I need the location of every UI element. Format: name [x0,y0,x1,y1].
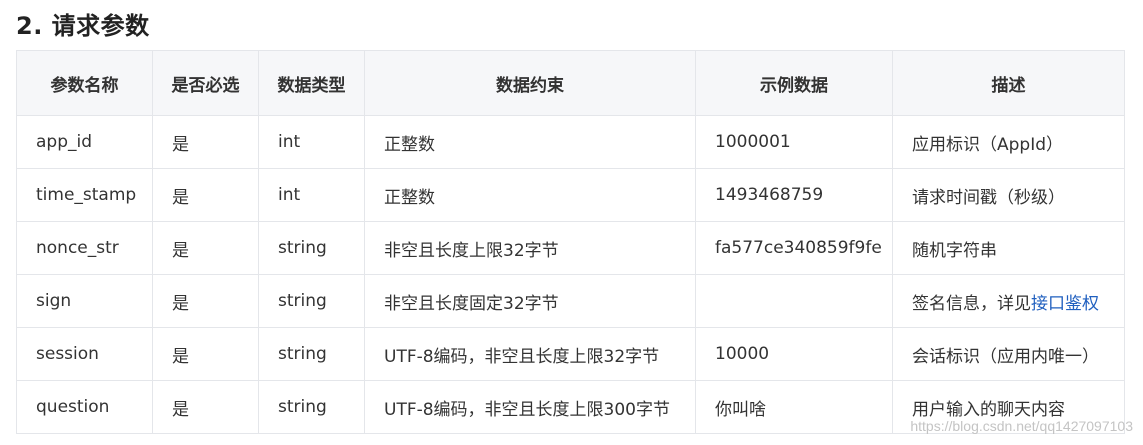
header-example: 示例数据 [695,50,893,116]
table-header-row: 参数名称 是否必选 数据类型 数据约束 示例数据 描述 [16,50,1125,116]
cell-constraint: 正整数 [364,115,696,169]
cell-type: string [258,327,365,381]
cell-name: question [16,380,153,434]
cell-example: 10000 [695,327,893,381]
header-required: 是否必选 [152,50,259,116]
cell-name: session [16,327,153,381]
auth-docs-link[interactable]: 接口鉴权 [1031,294,1099,314]
cell-type: int [258,115,365,169]
cell-type: string [258,221,365,275]
cell-constraint: UTF-8编码，非空且长度上限300字节 [364,380,696,434]
cell-description: 签名信息，详见接口鉴权 [892,274,1125,328]
cell-example: 1493468759 [695,168,893,222]
cell-name: nonce_str [16,221,153,275]
table-row: sign 是 string 非空且长度固定32字节 签名信息，详见接口鉴权 [16,274,1125,328]
cell-type: int [258,168,365,222]
header-data-type: 数据类型 [258,50,365,116]
table-row: session 是 string UTF-8编码，非空且长度上限32字节 100… [16,327,1125,381]
cell-required: 是 [152,380,259,434]
cell-type: string [258,380,365,434]
description-text: 签名信息，详见 [912,293,1031,314]
cell-description: 应用标识（AppId） [892,115,1125,169]
cell-example: 你叫啥 [695,380,893,434]
cell-example: fa577ce340859f9fe [695,221,893,275]
cell-required: 是 [152,168,259,222]
cell-description: 会话标识（应用内唯一） [892,327,1125,381]
request-params-table: 参数名称 是否必选 数据类型 数据约束 示例数据 描述 app_id 是 int… [16,50,1125,434]
table-row: nonce_str 是 string 非空且长度上限32字节 fa577ce34… [16,221,1125,275]
cell-description: 随机字符串 [892,221,1125,275]
cell-required: 是 [152,274,259,328]
header-param-name: 参数名称 [16,50,153,116]
table-row: time_stamp 是 int 正整数 1493468759 请求时间戳（秒级… [16,168,1125,222]
cell-constraint: UTF-8编码，非空且长度上限32字节 [364,327,696,381]
cell-constraint: 非空且长度固定32字节 [364,274,696,328]
header-constraint: 数据约束 [364,50,696,116]
cell-required: 是 [152,115,259,169]
cell-name: sign [16,274,153,328]
header-description: 描述 [892,50,1125,116]
cell-example: 1000001 [695,115,893,169]
cell-name: time_stamp [16,168,153,222]
section-title: 2. 请求参数 [16,12,150,40]
cell-name: app_id [16,115,153,169]
cell-example [695,274,893,328]
table-row: app_id 是 int 正整数 1000001 应用标识（AppId） [16,115,1125,169]
cell-required: 是 [152,327,259,381]
cell-type: string [258,274,365,328]
blog-watermark: https://blog.csdn.net/qq1427097103 [910,418,1133,434]
cell-description: 请求时间戳（秒级） [892,168,1125,222]
cell-constraint: 非空且长度上限32字节 [364,221,696,275]
cell-required: 是 [152,221,259,275]
cell-constraint: 正整数 [364,168,696,222]
